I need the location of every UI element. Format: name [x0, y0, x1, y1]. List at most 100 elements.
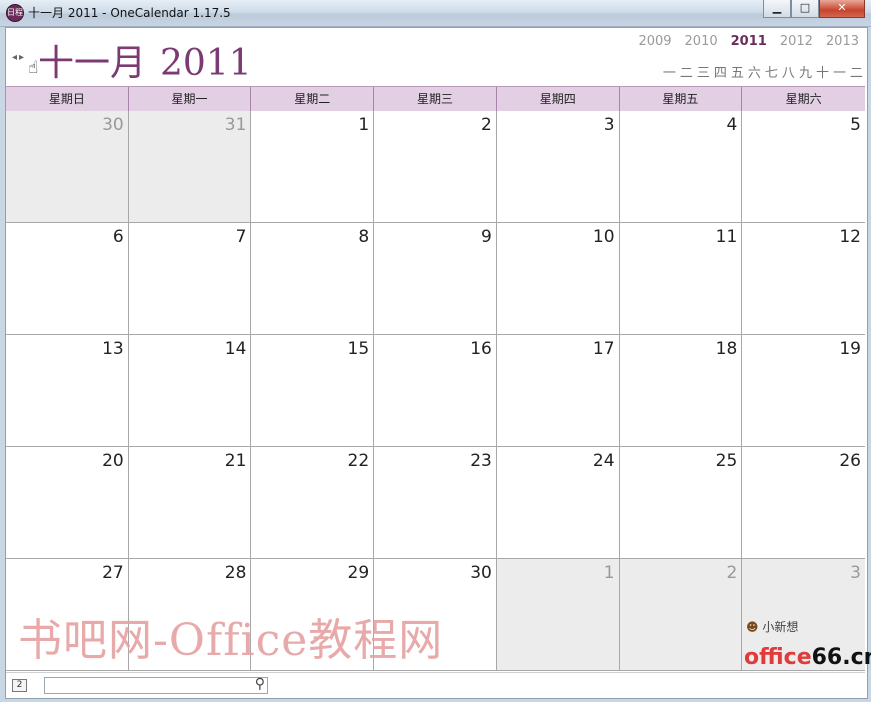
close-button[interactable]: ✕: [819, 0, 865, 18]
month-item[interactable]: 七: [765, 62, 778, 81]
day-number: 9: [481, 227, 492, 247]
day-number: 7: [235, 227, 247, 247]
day-number: 3: [850, 563, 861, 583]
day-cell[interactable]: 13: [6, 335, 129, 447]
day-cell[interactable]: 14: [128, 335, 252, 447]
year-selector: 2009 2010 2011 2012 2013: [638, 34, 859, 49]
month-item[interactable]: 一: [663, 62, 676, 81]
day-cell[interactable]: 19: [742, 335, 865, 447]
prev-month-button[interactable]: ◂: [12, 52, 19, 63]
month-name: 十一月: [38, 43, 147, 84]
day-cell[interactable]: 16: [374, 335, 497, 447]
month-item[interactable]: 二: [850, 62, 863, 81]
month-item[interactable]: 九: [799, 62, 812, 81]
month-item[interactable]: 二: [680, 62, 693, 81]
day-number: 5: [850, 115, 861, 135]
day-number: 31: [224, 115, 247, 135]
minimize-button[interactable]: ▁: [763, 0, 791, 18]
next-month-button[interactable]: ▸: [19, 52, 26, 63]
day-number: 8: [358, 227, 370, 247]
calendar-client: ◂▸ ☝ 十一月 2011 2009 2010 2011 2012 2013 一二三四五六…: [5, 27, 868, 699]
day-cell[interactable]: 8: [251, 223, 375, 335]
maximize-button[interactable]: □: [791, 0, 819, 18]
day-cell[interactable]: 12: [742, 223, 865, 335]
weekday-label: 星期三: [374, 87, 497, 111]
day-cell[interactable]: 11: [619, 223, 743, 335]
day-number: 1: [358, 115, 370, 135]
day-number: 28: [224, 563, 247, 583]
month-item[interactable]: 一: [833, 62, 846, 81]
day-number: 24: [592, 451, 615, 471]
day-number: 20: [102, 451, 124, 471]
year-item[interactable]: 2010: [685, 34, 718, 49]
day-number: 16: [470, 339, 492, 359]
day-cell[interactable]: 2: [619, 559, 743, 671]
weekday-label: 星期四: [497, 87, 620, 111]
weekday-label: 星期一: [129, 87, 252, 111]
month-nav-arrows: ◂▸: [12, 52, 26, 63]
day-cell[interactable]: 7: [128, 223, 252, 335]
day-cell[interactable]: 25: [619, 447, 743, 559]
day-number: 17: [592, 339, 615, 359]
weekday-header: 星期日 星期一 星期二 星期三 星期四 星期五 星期六: [6, 86, 865, 112]
day-cell[interactable]: 1: [251, 111, 375, 223]
site-suffix: 66.cn: [811, 645, 871, 670]
year-item[interactable]: 2013: [826, 34, 859, 49]
day-cell[interactable]: 4: [619, 111, 743, 223]
day-cell[interactable]: 6: [6, 223, 129, 335]
month-item[interactable]: 五: [731, 62, 744, 81]
day-number: 12: [839, 227, 861, 247]
day-number: 18: [715, 339, 738, 359]
title-bar[interactable]: 日程 十一月 2011 - OneCalendar 1.17.5 ▁ □ ✕: [0, 0, 871, 27]
day-cell[interactable]: 26: [742, 447, 865, 559]
day-cell[interactable]: 2: [374, 111, 497, 223]
search-input[interactable]: ⚲: [44, 676, 268, 694]
day-cell[interactable]: 31: [128, 111, 252, 223]
window-controls: ▁ □ ✕: [763, 0, 865, 18]
day-number: 29: [347, 563, 370, 583]
day-cell[interactable]: 21: [128, 447, 252, 559]
month-title: 十一月 2011: [38, 34, 252, 86]
month-item[interactable]: 四: [714, 62, 727, 81]
day-cell[interactable]: 20: [6, 447, 129, 559]
day-number: 27: [102, 563, 124, 583]
day-cell[interactable]: 15: [251, 335, 375, 447]
day-cell[interactable]: 9: [374, 223, 497, 335]
site-watermark: office66.cn: [744, 645, 871, 670]
week-view-button[interactable]: 2: [12, 679, 27, 692]
day-cell[interactable]: 17: [496, 335, 620, 447]
day-number: 22: [347, 451, 370, 471]
avatar-icon: ☻: [746, 620, 759, 634]
day-number: 30: [102, 115, 124, 135]
day-cell[interactable]: 10: [496, 223, 620, 335]
weekday-label: 星期二: [251, 87, 375, 111]
bottom-bar: 2 ⚲: [6, 672, 865, 697]
day-cell[interactable]: 5: [742, 111, 865, 223]
month-item[interactable]: 六: [748, 62, 761, 81]
day-cell[interactable]: 23: [374, 447, 497, 559]
search-icon[interactable]: ⚲: [255, 676, 265, 692]
day-cell[interactable]: 18: [619, 335, 743, 447]
weekday-label: 星期六: [785, 92, 822, 106]
day-cell[interactable]: 1: [496, 559, 620, 671]
month-grid: 30 31 1 2 3 4 5 6 7 8 9 10 11 12 13 14 15 16 17 18 19 20 21 22 2…: [6, 111, 865, 671]
weekday-label: 星期五: [620, 87, 743, 111]
year-item[interactable]: 2012: [780, 34, 813, 49]
month-selector: 一二三四五六七八九十一二: [663, 62, 863, 81]
month-item[interactable]: 八: [782, 62, 795, 81]
day-number: 2: [481, 115, 492, 135]
day-cell[interactable]: 22: [251, 447, 375, 559]
month-item[interactable]: 三: [697, 62, 710, 81]
watermark-text: 书吧网-Office教程网: [18, 615, 444, 666]
year-item[interactable]: 2009: [638, 34, 671, 49]
year-item[interactable]: 2011: [731, 34, 767, 49]
month-item[interactable]: 十: [816, 62, 829, 81]
day-number: 15: [347, 339, 370, 359]
day-cell[interactable]: 3: [496, 111, 620, 223]
day-cell[interactable]: 24: [496, 447, 620, 559]
day-cell[interactable]: 30: [6, 111, 129, 223]
day-number: 23: [470, 451, 492, 471]
day-number: 14: [224, 339, 247, 359]
month-year: 2011: [160, 43, 252, 84]
day-number: 3: [603, 115, 615, 135]
